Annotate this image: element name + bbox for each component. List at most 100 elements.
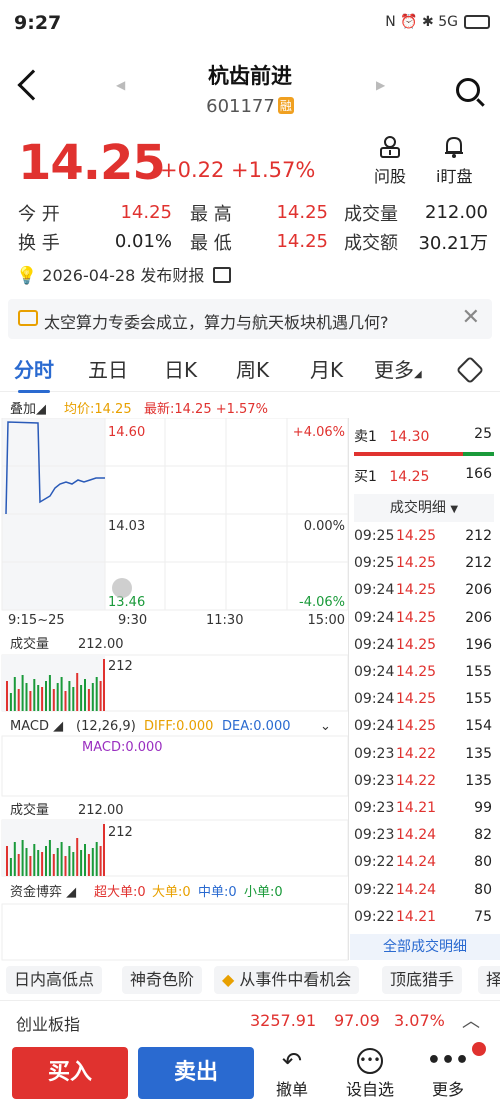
settings-icon[interactable] xyxy=(455,355,485,385)
pct-label-top: +4.06% xyxy=(293,425,345,440)
search-icon[interactable] xyxy=(456,78,480,102)
buy-button[interactable]: 买入 xyxy=(12,1047,128,1099)
news-banner[interactable]: 太空算力专委会成立，算力与航天板块机遇几何? ✕ xyxy=(8,299,492,339)
change-value: +0.22 xyxy=(160,158,225,182)
volume2-label[interactable]: 成交量 xyxy=(10,802,49,818)
report-date-row[interactable]: 💡 2026-04-28 发布财报 xyxy=(16,262,232,286)
tick-time: 09:23 xyxy=(354,800,395,816)
tick-time: 09:24 xyxy=(354,718,395,735)
pct-label-bottom: -4.06% xyxy=(299,595,345,610)
tick-price: 14.25 xyxy=(396,528,437,544)
tick-time: 09:24 xyxy=(354,664,395,680)
intraday-chart[interactable]: 14.60 14.03 13.46 +4.06% 0.00% -4.06% 9:… xyxy=(0,418,350,962)
tick-time: 09:22 xyxy=(354,854,395,871)
tick-row: 09:23 14.24 82 xyxy=(354,827,494,854)
tick-volume: 82 xyxy=(474,827,492,844)
tick-volume: 80 xyxy=(474,854,492,871)
chevron-down-icon[interactable]: ⌄ xyxy=(320,719,331,734)
volume-bar xyxy=(45,681,47,711)
add-watch-button[interactable]: ••• 设自选 xyxy=(340,1046,400,1100)
volume-label: 成交量 xyxy=(344,203,398,225)
volume-bar xyxy=(41,852,44,876)
tick-row: 09:23 14.21 99 xyxy=(354,800,494,827)
order-ratio-bar xyxy=(354,452,494,456)
tab-five-day[interactable]: 五日 xyxy=(88,354,128,383)
news-text: 太空算力专委会成立，算力与航天板块机遇几何? xyxy=(44,313,389,332)
tab-more[interactable]: 更多◢ xyxy=(374,354,422,383)
status-right-icons: N ⏰ ✱ 5G xyxy=(385,14,458,30)
tick-price: 14.22 xyxy=(396,745,437,762)
tick-row: 09:24 14.25 206 xyxy=(354,610,494,637)
volume-bar xyxy=(84,844,86,876)
volume-bar xyxy=(17,854,20,876)
chart-float-icon[interactable] xyxy=(112,578,132,598)
feature-chip-highlow[interactable]: 日内高低点 xyxy=(6,966,103,994)
turnover-value: 0.01% xyxy=(114,231,172,252)
sell-button[interactable]: 卖出 xyxy=(138,1047,254,1099)
macd-label-text: MACD xyxy=(10,719,49,734)
y-label-bottom: 13.46 xyxy=(108,595,145,610)
volume-bar xyxy=(64,691,67,711)
low-label: 最 低 xyxy=(190,232,232,254)
fund-big: 大单:0 xyxy=(152,885,191,900)
tab-day-k[interactable]: 日K xyxy=(164,354,197,383)
tick-volume: 154 xyxy=(465,718,492,735)
tick-volume: 212 xyxy=(465,555,492,572)
volume2-value: 212.00 xyxy=(78,803,124,818)
tick-time: 09:25 xyxy=(354,528,395,544)
volume-bar xyxy=(13,842,16,876)
lightbulb-icon: 💡 xyxy=(16,266,38,286)
close-icon[interactable]: ✕ xyxy=(462,305,480,330)
volume-label[interactable]: 成交量 xyxy=(10,636,49,652)
tick-volume: 135 xyxy=(465,745,492,762)
feature-chip-event[interactable]: ◆ 从事件中看机会 xyxy=(214,966,360,994)
tick-time: 09:22 xyxy=(354,881,395,898)
ask-stock-button[interactable]: 问股 xyxy=(374,135,406,187)
undo-button[interactable]: ↶ 撤单 xyxy=(262,1046,322,1100)
tick-row: 09:22 14.24 80 xyxy=(354,882,494,909)
avg-price: 均价:14.25 xyxy=(64,402,132,417)
feature-chip-color[interactable]: 神奇色阶 xyxy=(122,966,203,994)
feature-chip-hunter[interactable]: 顶底猎手 xyxy=(382,966,463,994)
overlay-button[interactable]: 叠加◢ xyxy=(10,398,46,417)
buy-1-vol: 166 xyxy=(465,466,492,482)
volume-bar xyxy=(56,683,59,711)
fund-label-text: 资金博弈 xyxy=(10,884,62,900)
all-ticks-link[interactable]: 全部成交明细 xyxy=(350,934,500,960)
tick-volume: 75 xyxy=(474,908,492,925)
index-bar[interactable]: 创业板指 3257.91 97.09 3.07% ︿ xyxy=(0,1000,500,1040)
volume-bar xyxy=(29,691,32,711)
more-button[interactable]: ••• 更多 xyxy=(418,1046,478,1100)
tab-month-k[interactable]: 月K xyxy=(310,354,343,383)
tab-week-k[interactable]: 周K xyxy=(236,354,269,383)
tick-time: 09:23 xyxy=(354,772,395,789)
battery-icon xyxy=(464,15,490,29)
volume-bar xyxy=(33,679,36,711)
volume-bar xyxy=(87,854,90,876)
feature-chip-more[interactable]: 择 xyxy=(478,966,500,994)
fund-label[interactable]: 资金博弈 ◢ xyxy=(10,884,76,900)
chevron-up-icon[interactable]: ︿ xyxy=(462,1007,480,1033)
tick-price: 14.22 xyxy=(396,772,437,789)
tick-time: 09:23 xyxy=(354,745,395,762)
price-change: +0.22 +1.57% xyxy=(160,158,315,182)
volume-bar xyxy=(64,856,67,876)
tab-intraday[interactable]: 分时 xyxy=(14,354,54,393)
ask-stock-label: 问股 xyxy=(374,167,407,186)
next-stock-icon[interactable]: ▶ xyxy=(376,78,385,92)
tick-volume: 135 xyxy=(465,772,492,789)
tick-time: 09:23 xyxy=(354,827,395,844)
tick-row: 09:25 14.25 212 xyxy=(354,528,494,555)
watch-button[interactable]: i盯盘 xyxy=(436,135,472,187)
tick-row: 09:23 14.22 135 xyxy=(354,746,494,773)
undo-icon: ↶ xyxy=(281,1047,303,1075)
volume-bar xyxy=(87,689,90,711)
stock-name: 杭齿前进 xyxy=(208,64,292,88)
calendar-add-icon[interactable] xyxy=(213,267,232,283)
add-watch-icon: ••• xyxy=(357,1048,383,1074)
macd-label[interactable]: MACD ◢ xyxy=(10,719,63,734)
change-percent: +1.57% xyxy=(231,158,316,182)
margin-badge: 融 xyxy=(277,97,294,114)
ticks-header[interactable]: 成交明细 ▼ xyxy=(354,494,494,522)
buy-ratio-fill xyxy=(354,452,464,456)
